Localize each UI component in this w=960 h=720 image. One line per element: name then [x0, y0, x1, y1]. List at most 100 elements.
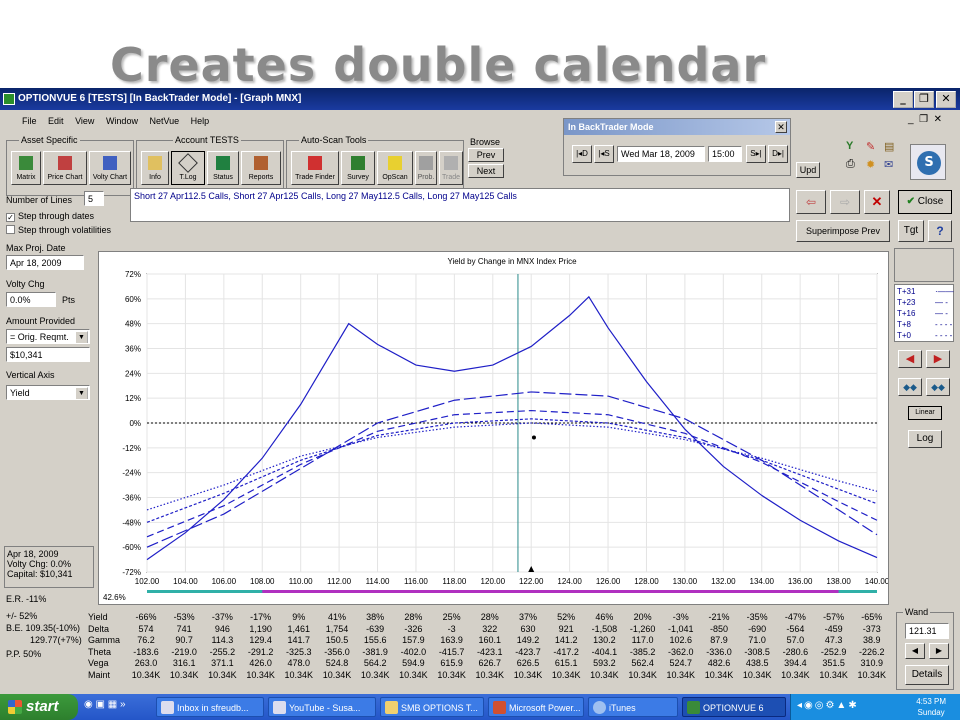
linear-button[interactable]: Linear [908, 406, 942, 420]
table-cell: 57.0 [786, 635, 805, 646]
forward-arrow-button[interactable]: ⇨ [830, 190, 860, 214]
minimize-button[interactable]: _ [893, 91, 913, 108]
price-chart-button[interactable]: Price Chart [43, 151, 87, 185]
details-button[interactable]: Details [905, 665, 949, 685]
table-cell: -1,508 [591, 623, 618, 634]
table-cell: -385.2 [629, 646, 656, 657]
help-button[interactable]: ? [928, 220, 952, 242]
step-day-forward-button[interactable]: D▸| [768, 145, 788, 163]
settings-icon[interactable]: ✹ [866, 158, 875, 171]
toolbar-icon-cluster: Y ✎ ▤ ⎙ ✹ ✉ [846, 140, 896, 180]
edit-icon[interactable]: ✎ [866, 140, 875, 153]
menu-view[interactable]: View [75, 116, 94, 126]
tgt-button[interactable]: Tgt [898, 220, 924, 242]
expand-button[interactable]: ◆◆ [926, 378, 950, 396]
wand-input[interactable]: 121.31 [905, 623, 949, 639]
menu-help[interactable]: Help [191, 116, 210, 126]
menu-file[interactable]: File [22, 116, 37, 126]
opscan-button[interactable]: OpScan [377, 151, 413, 185]
task-smb-options[interactable]: SMB OPTIONS T... [380, 697, 484, 717]
legend-t0: T+0- - - - [897, 331, 953, 340]
media-quicklaunch-icon[interactable]: ▣ [96, 699, 105, 710]
superimpose-prev-button[interactable]: Superimpose Prev [796, 220, 890, 242]
notes-icon[interactable]: ▤ [884, 140, 894, 153]
task-powerpoint[interactable]: Microsoft Power... [488, 697, 584, 717]
print-icon[interactable]: ⎙ [846, 158, 855, 171]
table-cell: -17% [250, 612, 272, 622]
volty-chart-button[interactable]: Volty Chart [89, 151, 131, 185]
table-cell: -639 [366, 623, 385, 634]
num-lines-label: Number of Lines [6, 195, 73, 205]
back-arrow-button[interactable]: ⇦ [796, 190, 826, 214]
table-cell: 316.1 [172, 658, 196, 669]
pts-label: Pts [62, 295, 76, 305]
menu-window[interactable]: Window [106, 116, 138, 126]
start-button[interactable]: start [0, 694, 78, 720]
task-itunes[interactable]: iTunes [588, 697, 678, 717]
step-session-back-button[interactable]: |◂S [594, 145, 614, 163]
matrix-button[interactable]: Matrix [11, 151, 41, 185]
menu-netvue[interactable]: NetVue [149, 116, 179, 126]
step-dates-checkbox[interactable]: ✓ Step through dates [6, 211, 94, 222]
reports-button[interactable]: Reports [241, 151, 281, 185]
close-button[interactable]: ✔ Close [898, 190, 952, 214]
next-button[interactable]: Next [468, 164, 504, 178]
upd-button[interactable]: Upd [796, 162, 820, 178]
table-cell: 10.34K [169, 670, 199, 680]
yield-chart[interactable]: Yield by Change in MNX Index Price 72% 60%… [99, 252, 890, 604]
table-cell: -459 [824, 623, 843, 634]
table-cell: 322 [482, 623, 498, 634]
mail-icon[interactable]: ✉ [884, 158, 893, 171]
max-proj-input[interactable]: Apr 18, 2009 [6, 255, 84, 270]
desktop-quicklaunch-icon[interactable]: ▦ [108, 699, 117, 710]
backtrader-date-field[interactable]: Wed Mar 18, 2009 [617, 146, 705, 162]
prob-button[interactable]: Prob. [415, 151, 437, 185]
task-optionvue[interactable]: OPTIONVUE 6 [682, 697, 786, 717]
browser-quicklaunch-icon[interactable]: ◉ [84, 699, 93, 710]
table-cell: -291.2 [247, 646, 274, 657]
breakeven-upper: 129.77(+7%) [30, 635, 82, 645]
step-volat-checkbox[interactable]: Step through volatilities [6, 225, 111, 235]
yield-icon[interactable]: Y [846, 140, 853, 152]
maximize-button[interactable]: ❐ [914, 91, 934, 108]
step-day-back-button[interactable]: |◂D [572, 145, 592, 163]
more-quicklaunch-icon[interactable]: » [120, 699, 126, 710]
prev-button[interactable]: Prev [468, 148, 504, 162]
wand-left-button[interactable]: ◀ [905, 643, 925, 659]
task-youtube[interactable]: YouTube - Susa... [268, 697, 376, 717]
close-window-button[interactable]: ✕ [936, 91, 956, 108]
vaxis-select[interactable]: Yield ▼ [6, 385, 90, 400]
backtrader-time-field[interactable]: 15:00 [708, 146, 742, 162]
task-inbox[interactable]: Inbox in sfreudb... [156, 697, 264, 717]
num-lines-input[interactable]: 5 [84, 191, 104, 206]
backtrader-close-button[interactable]: ✕ [775, 121, 787, 133]
shift-left-button[interactable]: ◀ [898, 350, 922, 368]
table-cell: 438.5 [745, 658, 769, 669]
table-cell: 130.2 [593, 635, 616, 646]
table-cell: -325.3 [286, 646, 312, 657]
amount-mode-select[interactable]: = Orig. Reqmt. ▼ [6, 329, 90, 344]
info-button[interactable]: Info [141, 151, 169, 185]
mdi-controls[interactable]: _ ❐ ✕ [908, 114, 942, 125]
table-cell: -57% [823, 612, 845, 622]
shift-right-button[interactable]: ▶ [926, 350, 950, 368]
amount-input[interactable]: $10,341 [6, 347, 90, 362]
table-cell: -37% [211, 612, 233, 622]
volty-input[interactable]: 0.0% [6, 292, 56, 307]
menu-edit[interactable]: Edit [48, 116, 64, 126]
trade-button[interactable]: Trade [439, 151, 463, 185]
tray-icons[interactable]: ◂◉◎⚙▲✱ [797, 700, 859, 711]
shrink-button[interactable]: ◆◆ [898, 378, 922, 396]
trade-finder-button[interactable]: Trade Finder [291, 151, 339, 185]
table-cell: -326 [404, 623, 423, 634]
delete-button[interactable]: ✕ [864, 190, 890, 214]
survey-button[interactable]: Survey [341, 151, 375, 185]
y-tick-label: 48% [125, 320, 141, 329]
table-cell: -3 [447, 623, 456, 634]
log-button[interactable]: Log [908, 430, 942, 448]
wand-right-button[interactable]: ▶ [929, 643, 949, 659]
step-session-forward-button[interactable]: S▸| [746, 145, 766, 163]
status-button[interactable]: Status [207, 151, 239, 185]
x-tick-label: 114.00 [366, 577, 390, 586]
tlog-button[interactable]: T.Log [171, 151, 205, 185]
